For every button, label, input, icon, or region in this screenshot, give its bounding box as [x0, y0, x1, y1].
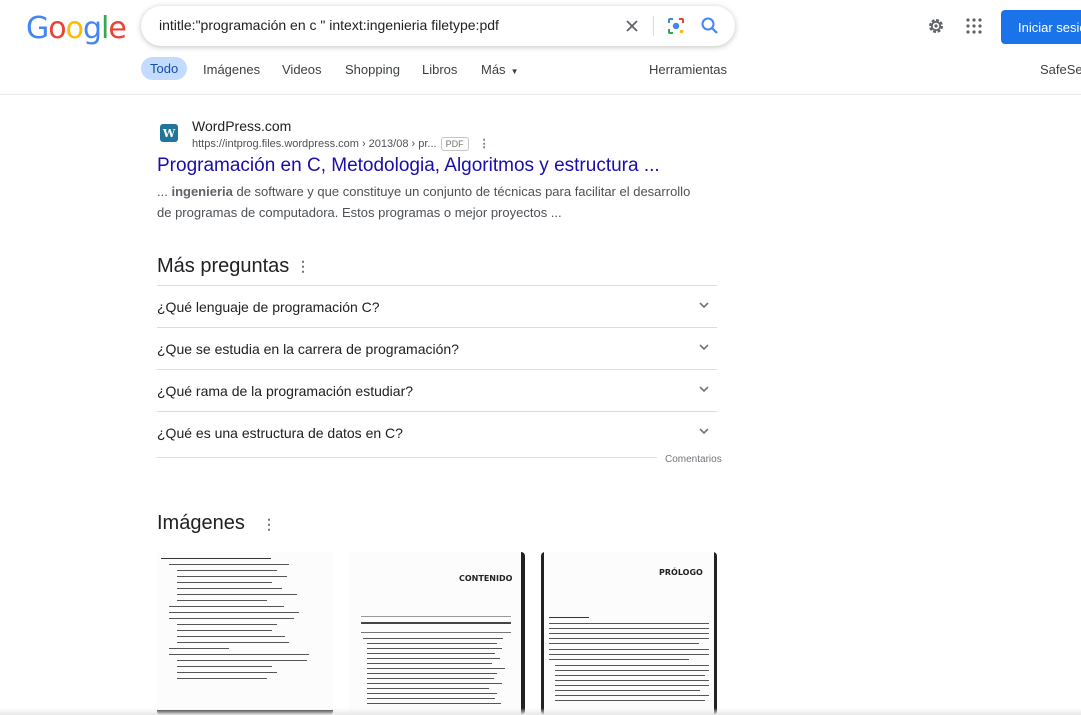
pdf-badge: PDF [440, 137, 469, 151]
result-url-text: https://intprog.files.wordpress.com › 20… [192, 138, 437, 150]
clear-icon[interactable] [618, 12, 646, 40]
header-divider [0, 94, 1081, 95]
logo-letter: e [108, 11, 126, 46]
chevron-down-icon [699, 344, 709, 351]
wordpress-icon: W [160, 124, 178, 142]
page-edge [0, 708, 1081, 715]
signin-button[interactable]: Iniciar sesión [1001, 10, 1081, 44]
result-url[interactable]: https://intprog.files.wordpress.com › 20… [192, 137, 490, 151]
paa-question[interactable]: ¿Qué lenguaje de programación C? [157, 285, 717, 327]
caret-down-icon: ▼ [510, 67, 519, 76]
paa-question-text: ¿Qué lenguaje de programación C? [157, 299, 380, 315]
gear-icon[interactable] [924, 14, 948, 38]
result-snippet: ... ingenieria de software y que constit… [157, 181, 697, 223]
tab-shopping[interactable]: Shopping [345, 62, 400, 77]
tab-videos[interactable]: Videos [282, 62, 322, 77]
chevron-down-icon [699, 302, 709, 309]
image-thumbnail[interactable] [157, 552, 333, 715]
lens-icon[interactable] [664, 14, 688, 38]
chevron-down-icon [699, 428, 709, 435]
search-divider [653, 16, 654, 36]
result-title-link[interactable]: Programación en C, Metodologia, Algoritm… [157, 155, 660, 177]
logo-letter: G [26, 11, 49, 46]
paa-question-text: ¿Qué rama de la programación estudiar? [157, 383, 414, 399]
image-thumbnail[interactable]: PRÓLOGO [541, 552, 717, 715]
paa-question[interactable]: ¿Qué rama de la programación estudiar? [157, 369, 717, 411]
search-icon[interactable] [698, 14, 722, 38]
search-box[interactable]: intitle:"programación en c " intext:inge… [141, 6, 735, 46]
logo-letter: o [65, 11, 84, 46]
paa-list: ¿Qué lenguaje de programación C? ¿Que se… [157, 285, 717, 453]
tab-mas[interactable]: Más ▼ [481, 62, 518, 77]
search-input[interactable]: intitle:"programación en c " intext:inge… [159, 17, 499, 33]
document-page: PRÓLOGO [541, 552, 717, 715]
apps-grid-icon[interactable] [962, 14, 986, 38]
tab-imagenes[interactable]: Imágenes [203, 62, 260, 77]
feedback-link[interactable]: Comentarios [657, 454, 722, 465]
more-vert-icon[interactable]: ⋮ [479, 137, 490, 150]
paa-question[interactable]: ¿Que se estudia en la carrera de program… [157, 327, 717, 369]
logo-letter: o [48, 11, 66, 46]
chevron-down-icon [699, 386, 709, 393]
result-site-name[interactable]: WordPress.com [192, 118, 291, 134]
more-vert-icon[interactable]: ⋮ [262, 516, 276, 533]
google-logo[interactable]: Google [26, 11, 127, 46]
paa-heading: Más preguntas [157, 255, 290, 277]
tab-todo[interactable]: Todo [141, 57, 188, 80]
thumbnail-title: CONTENIDO [459, 574, 513, 583]
safesearch-button[interactable]: SafeSearch [1040, 62, 1081, 77]
snippet-prefix: ... [157, 184, 172, 199]
images-heading: Imágenes [157, 512, 245, 534]
thumbnail-title: PRÓLOGO [659, 568, 703, 577]
paa-question[interactable]: ¿Qué es una estructura de datos en C? [157, 411, 717, 453]
document-page: CONTENIDO [349, 552, 525, 715]
paa-footer-divider [157, 457, 717, 458]
snippet-highlight: ingenieria [171, 184, 233, 199]
logo-letter: g [82, 11, 102, 46]
paa-question-text: ¿Que se estudia en la carrera de program… [157, 341, 459, 357]
paa-question-text: ¿Qué es una estructura de datos en C? [157, 425, 403, 441]
snippet-text: de software y que constituye un conjunto… [157, 184, 691, 220]
tab-mas-label: Más [481, 62, 506, 77]
tab-libros[interactable]: Libros [422, 62, 457, 77]
tools-button[interactable]: Herramientas [649, 62, 727, 77]
more-vert-icon[interactable]: ⋮ [296, 258, 310, 275]
image-thumbnail[interactable]: CONTENIDO [349, 552, 525, 715]
document-page [157, 552, 333, 715]
search-tabs: Todo Imágenes Videos Shopping Libros Más… [0, 57, 1081, 94]
